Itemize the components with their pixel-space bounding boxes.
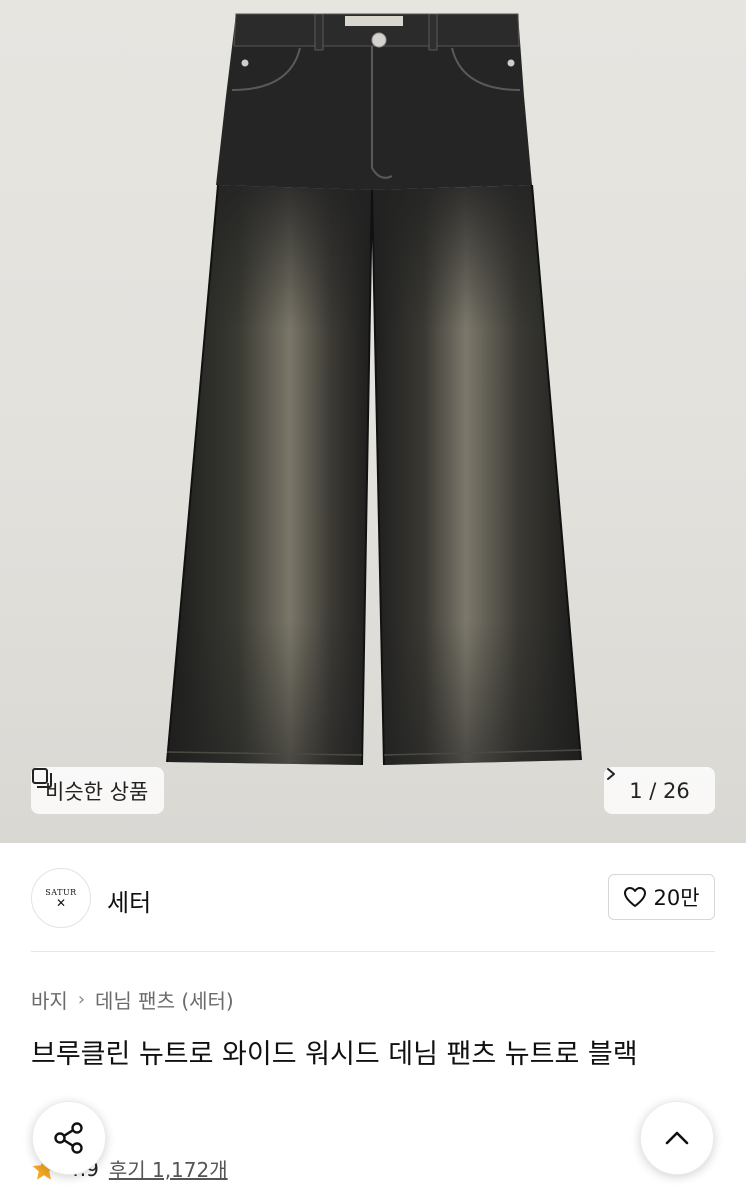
like-button[interactable]: 20만 xyxy=(608,874,715,920)
chevron-right-icon xyxy=(607,768,615,780)
review-count-link[interactable]: 후기 1,172개 xyxy=(109,1154,228,1183)
breadcrumb-item-pants[interactable]: 바지 xyxy=(31,985,68,1014)
brand-logo[interactable]: SATUR ✕ xyxy=(31,868,91,928)
chevron-up-icon xyxy=(665,1131,689,1145)
product-title: 브루클린 뉴트로 와이드 워시드 데님 팬츠 뉴트로 블랙 xyxy=(31,1039,638,1070)
brand-name[interactable]: 세터 xyxy=(107,883,151,918)
product-photo-jeans xyxy=(166,13,582,766)
similar-items-icon xyxy=(32,768,52,788)
breadcrumb: 바지 › 데님 팬츠 (세터) xyxy=(31,985,234,1014)
image-pager[interactable]: 1 / 26 xyxy=(604,767,715,814)
section-divider xyxy=(31,951,715,952)
scroll-to-top-button[interactable] xyxy=(640,1101,714,1175)
product-image-carousel[interactable]: 비슷한 상품 1 / 26 xyxy=(0,0,746,843)
like-count: 20만 xyxy=(653,886,700,910)
heart-outline-icon xyxy=(624,887,647,907)
pager-text: 1 / 26 xyxy=(629,778,690,803)
breadcrumb-item-denim[interactable]: 데님 팬츠 (세터) xyxy=(95,985,234,1014)
brand-logo-mark: ✕ xyxy=(55,895,67,910)
similar-items-button[interactable]: 비슷한 상품 xyxy=(31,767,165,814)
share-icon xyxy=(54,1122,83,1154)
brand-row: SATUR ✕ 세터 20만 xyxy=(0,843,746,951)
similar-items-label: 비슷한 상품 xyxy=(45,779,149,804)
share-button[interactable] xyxy=(32,1101,106,1175)
breadcrumb-separator: › xyxy=(77,989,86,1010)
